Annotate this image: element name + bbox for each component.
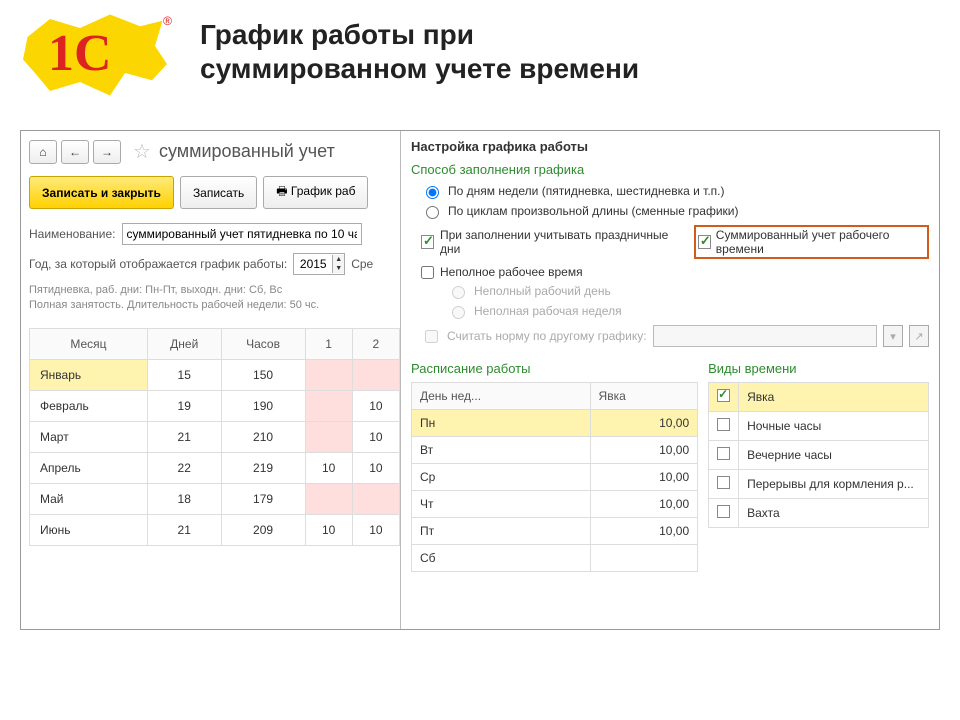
schedule-table[interactable]: День нед...Явка Пн10,00Вт10,00Ср10,00Чт1…	[411, 382, 698, 572]
back-button[interactable]: ←	[61, 140, 89, 164]
year-up[interactable]: ▲	[333, 255, 344, 264]
radio-by-weekdays[interactable]: По дням недели (пятидневка, шестидневка …	[421, 183, 929, 199]
table-row[interactable]: Ночные часы	[709, 412, 929, 441]
print-schedule-button[interactable]: 🖶 График раб	[263, 176, 368, 209]
avg-label: Сре	[351, 257, 373, 271]
fill-method-title: Способ заполнения графика	[411, 162, 929, 177]
logo-1c: 1С ®	[20, 10, 180, 110]
settings-title: Настройка графика работы	[411, 139, 929, 154]
page-title: График работы при суммированном учете вр…	[200, 18, 639, 85]
right-pane: Настройка графика работы Способ заполнен…	[401, 131, 939, 629]
table-row[interactable]: Май18179	[30, 483, 400, 514]
left-pane: ⌂ ← → ☆ суммированный учет Записать и за…	[21, 131, 401, 629]
table-row[interactable]: Перерывы для кормления р...	[709, 470, 929, 499]
checkbox-parttime[interactable]: Неполное рабочее время	[421, 265, 929, 279]
year-label: Год, за который отображается график рабо…	[29, 257, 287, 271]
checkbox-norm-row: Считать норму по другому графику: ▾ ↗	[421, 325, 929, 347]
table-row[interactable]: Пн10,00	[412, 410, 698, 437]
home-button[interactable]: ⌂	[29, 140, 57, 164]
checkbox-icon[interactable]	[717, 418, 730, 431]
name-input[interactable]	[122, 223, 362, 245]
table-row[interactable]: Вечерние часы	[709, 441, 929, 470]
radio-partial-week: Неполная рабочая неделя	[447, 303, 929, 319]
radio-partial-day: Неполный рабочий день	[447, 283, 929, 299]
save-button[interactable]: Записать	[180, 176, 257, 209]
schedule-header: День нед...	[412, 383, 591, 410]
schedule-header: Явка	[590, 383, 698, 410]
months-header: Дней	[147, 328, 221, 359]
save-and-close-button[interactable]: Записать и закрыть	[29, 176, 174, 209]
table-row[interactable]: Ср10,00	[412, 464, 698, 491]
months-header: Месяц	[30, 328, 148, 359]
norm-open-button: ↗	[909, 325, 929, 347]
norm-select	[653, 325, 877, 347]
months-table[interactable]: МесяцДнейЧасов12 Январь15150Февраль19190…	[29, 328, 400, 546]
window-title: суммированный учет	[159, 141, 335, 162]
name-label: Наименование:	[29, 227, 116, 241]
check-icon	[421, 235, 434, 249]
checkbox-icon[interactable]	[717, 505, 730, 518]
table-row[interactable]: Чт10,00	[412, 491, 698, 518]
check-icon[interactable]	[698, 235, 711, 249]
app-window: ⌂ ← → ☆ суммированный учет Записать и за…	[20, 130, 940, 630]
table-row[interactable]: Апрель222191010	[30, 452, 400, 483]
checkbox-summed-label: Суммированный учет рабочего времени	[716, 228, 921, 256]
radio-by-cycles[interactable]: По циклам произвольной длины (сменные гр…	[421, 203, 929, 219]
table-row[interactable]: Явка	[709, 383, 929, 412]
radio-by-weekdays-input[interactable]	[426, 186, 439, 199]
printer-icon: 🖶	[276, 184, 287, 198]
checkbox-summed-highlight: Суммированный учет рабочего времени	[694, 225, 929, 259]
table-row[interactable]: Вахта	[709, 499, 929, 528]
table-row[interactable]: Февраль1919010	[30, 390, 400, 421]
time-types-table[interactable]: ЯвкаНочные часыВечерние часыПерерывы для…	[708, 382, 929, 528]
table-row[interactable]: Пт10,00	[412, 518, 698, 545]
months-header: 1	[305, 328, 352, 359]
table-row[interactable]: Вт10,00	[412, 437, 698, 464]
checkbox-parttime-input[interactable]	[421, 266, 434, 279]
checkbox-icon[interactable]	[717, 476, 730, 489]
table-row[interactable]: Июнь212091010	[30, 514, 400, 545]
year-down[interactable]: ▼	[333, 264, 344, 273]
checkbox-holidays[interactable]: При заполнении учитывать праздничные дни	[421, 228, 670, 256]
star-icon[interactable]: ☆	[133, 139, 151, 164]
checkbox-norm	[425, 330, 438, 343]
table-row[interactable]: Март2121010	[30, 421, 400, 452]
months-header: Часов	[221, 328, 305, 359]
table-row[interactable]: Сб	[412, 545, 698, 572]
months-header: 2	[352, 328, 399, 359]
year-spinner[interactable]: ▲ ▼	[293, 253, 345, 275]
checkbox-icon[interactable]	[717, 389, 730, 402]
norm-dropdown-button: ▾	[883, 325, 903, 347]
types-title: Виды времени	[708, 361, 929, 376]
schedule-summary-text: Пятидневка, раб. дни: Пн-Пт, выходн. дни…	[29, 283, 400, 314]
checkbox-icon[interactable]	[717, 447, 730, 460]
year-input[interactable]	[294, 254, 332, 274]
radio-by-cycles-input[interactable]	[426, 206, 439, 219]
schedule-title: Расписание работы	[411, 361, 698, 376]
forward-button[interactable]: →	[93, 140, 121, 164]
table-row[interactable]: Январь15150	[30, 359, 400, 390]
